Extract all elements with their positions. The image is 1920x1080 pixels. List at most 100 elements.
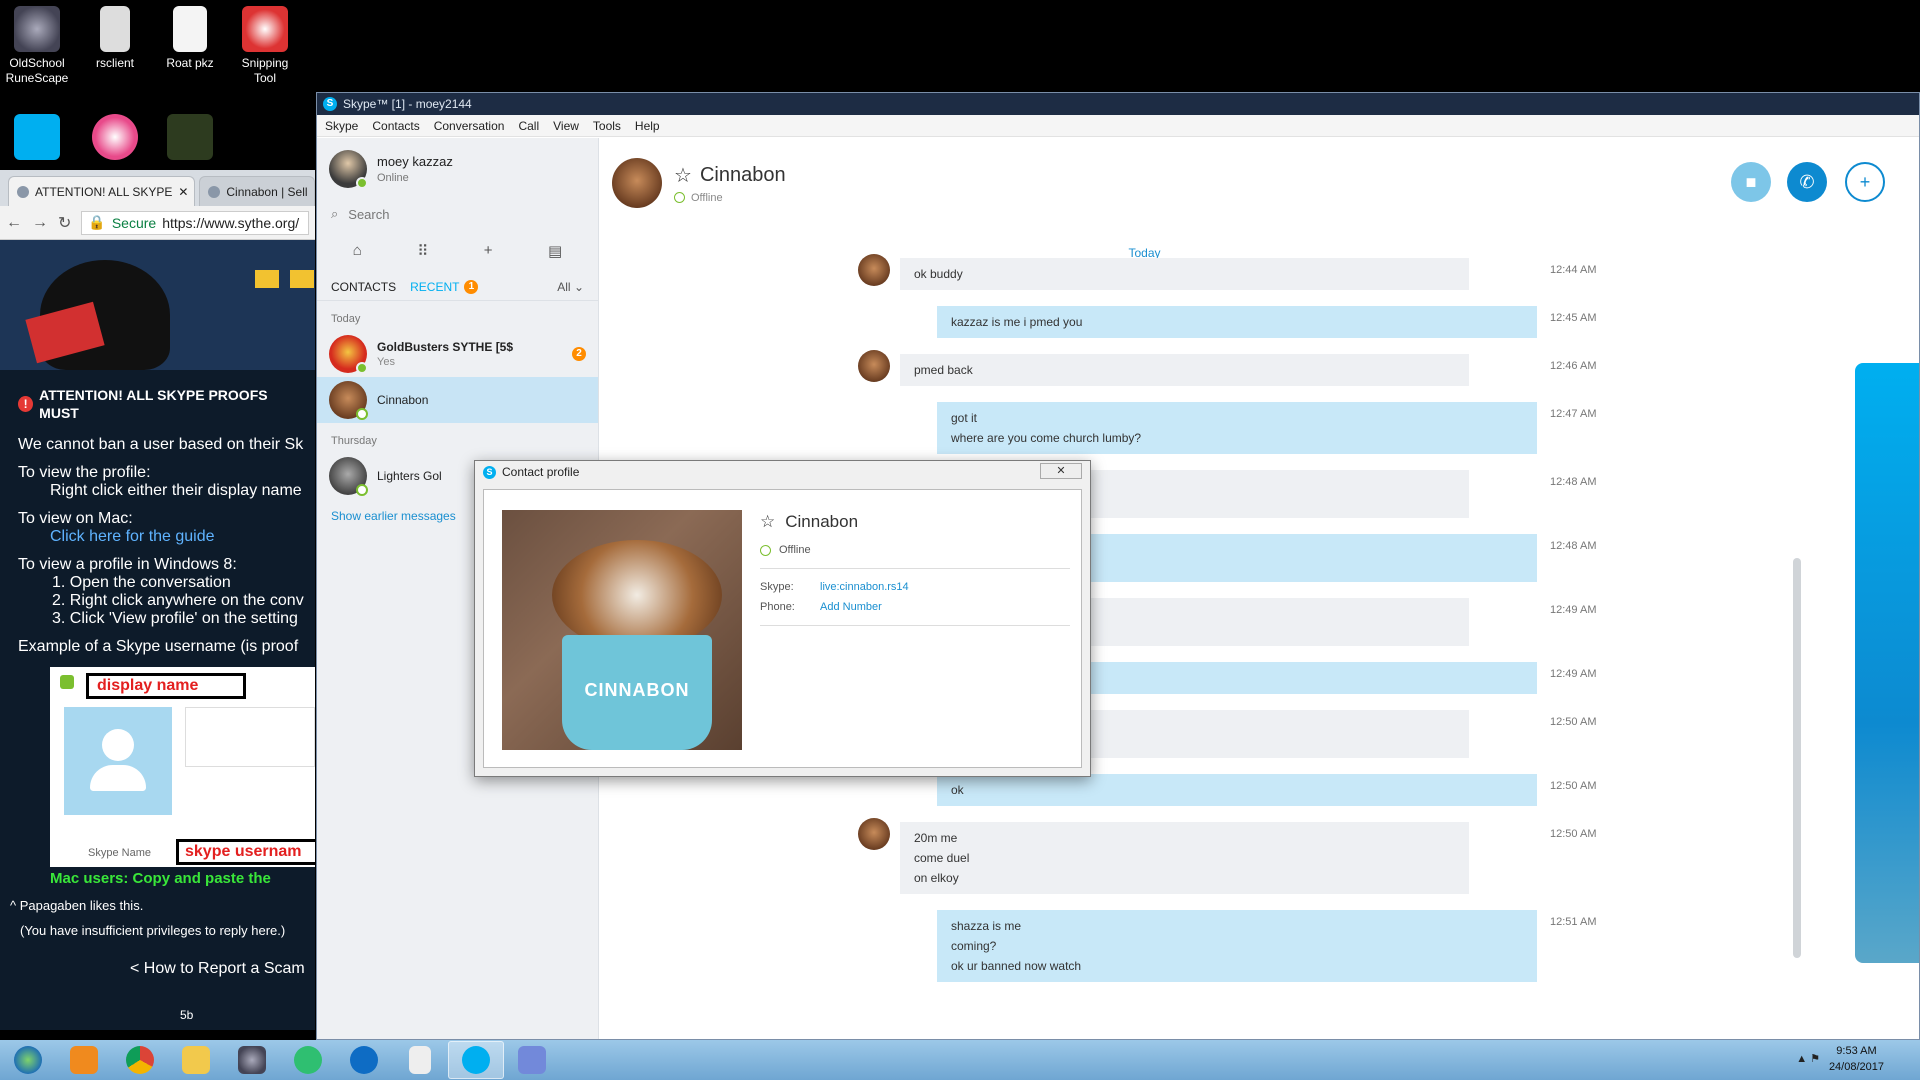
conversation-preview: Yes (377, 356, 395, 368)
desktop-icon-roat-pkz[interactable]: Roat pkz (155, 2, 225, 71)
dialog-titlebar[interactable]: S Contact profile (475, 461, 1090, 483)
forward-icon[interactable]: → (32, 214, 48, 232)
desktop-icon-itunes[interactable] (80, 110, 150, 164)
menu-help[interactable]: Help (635, 119, 660, 133)
section-header-thursday: Thursday (331, 435, 377, 447)
unread-badge: 2 (572, 347, 586, 361)
message-timestamp: 12:48 AM (1550, 476, 1597, 488)
menu-contacts[interactable]: Contacts (372, 119, 419, 133)
recent-count-badge: 1 (464, 280, 479, 294)
add-participant-button[interactable]: + (1845, 162, 1885, 202)
back-icon[interactable]: ← (6, 214, 22, 232)
voice-call-button[interactable]: ✆ (1787, 162, 1827, 202)
reload-icon[interactable]: ↻ (58, 213, 71, 233)
browser-tab-cinnabon[interactable]: Cinnabon | Sell (199, 176, 315, 206)
window-titlebar[interactable]: S Skype™ [1] - moey2144 (317, 93, 1919, 115)
taskbar-explorer[interactable] (168, 1041, 224, 1079)
menu-skype[interactable]: Skype (325, 119, 358, 133)
tab-recent[interactable]: RECENT 1 (410, 280, 479, 294)
desktop-icon-skype[interactable] (2, 110, 72, 164)
add-number-link[interactable]: Add Number (820, 601, 882, 613)
outgoing-message[interactable]: got it where are you come church lumby? (937, 402, 1537, 454)
url-field[interactable]: 🔒 Secure https://www.sythe.org/ (81, 210, 309, 235)
chat-header: ☆ Cinnabon Offline (600, 138, 1919, 228)
taskbar-teamviewer[interactable] (336, 1041, 392, 1079)
secure-label: Secure (111, 214, 157, 231)
post-line: To view the profile: (18, 464, 151, 481)
taskbar-runescape[interactable] (224, 1041, 280, 1079)
incoming-message[interactable]: ok buddy (900, 258, 1469, 290)
close-tab-icon[interactable]: ✕ (178, 185, 188, 199)
star-icon[interactable]: ☆ (760, 512, 775, 532)
crown-icon (255, 270, 279, 288)
menu-view[interactable]: View (553, 119, 579, 133)
menu-tools[interactable]: Tools (593, 119, 621, 133)
start-button[interactable] (0, 1041, 56, 1079)
sender-avatar[interactable] (858, 350, 890, 382)
guide-link[interactable]: Click here for the guide (18, 528, 297, 546)
report-scam-link[interactable]: < How to Report a Scam (130, 960, 305, 978)
outgoing-message[interactable]: kazzaz is me i pmed you (937, 306, 1537, 338)
close-button[interactable]: ✕ (1040, 463, 1082, 479)
desktop-icon-snipping-tool[interactable]: Snipping Tool (230, 2, 300, 86)
tab-contacts[interactable]: CONTACTS (331, 280, 396, 294)
message-text: pmed back (914, 363, 973, 377)
post-line: Example of a Skype username (is proof (18, 638, 299, 655)
chat-scrollbar[interactable] (1793, 558, 1801, 958)
taskbar-media-player[interactable] (56, 1041, 112, 1079)
likes-text: ^ Papagaben likes this. (10, 898, 144, 913)
file-icon (409, 1046, 431, 1074)
menu-call[interactable]: Call (518, 119, 539, 133)
sender-avatar[interactable] (858, 254, 890, 286)
search-box[interactable]: ⌕ Search (317, 200, 598, 228)
taskbar-skype[interactable] (448, 1041, 504, 1079)
message-timestamp: 12:49 AM (1550, 668, 1597, 680)
incoming-message[interactable]: 20m me come duel on elkoy (900, 822, 1469, 894)
dialog-title: Contact profile (502, 465, 580, 479)
taskbar-file[interactable] (392, 1041, 448, 1079)
desktop-icon-label: Roat pkz (166, 56, 214, 70)
desktop-icon-oldschool-runescape[interactable]: OldSchool RuneScape (2, 2, 72, 86)
menu-conversation[interactable]: Conversation (434, 119, 505, 133)
warning-heading: ! ATTENTION! ALL SKYPE PROOFS MUST (18, 386, 297, 422)
add-icon[interactable]: + (484, 242, 493, 260)
contacts-tabs: CONTACTS RECENT 1 All ⌄ (317, 274, 598, 301)
advertisement-banner[interactable] (1855, 363, 1919, 963)
home-icon[interactable]: ⌂ (353, 242, 362, 260)
offline-status-icon (674, 192, 685, 203)
taskbar-discord[interactable] (504, 1041, 560, 1079)
profile-status-row: Offline (760, 544, 1070, 569)
taskbar-chrome[interactable] (112, 1041, 168, 1079)
dialpad-icon[interactable]: ⠿ (417, 242, 428, 260)
filter-all-dropdown[interactable]: All ⌄ (557, 280, 584, 294)
address-bar-row: ← → ↻ 🔒 Secure https://www.sythe.org/ (0, 206, 315, 240)
contacts-card-icon[interactable]: ▤ (548, 242, 562, 260)
likes-label: Papagaben likes this. (19, 898, 144, 913)
skype-logo-icon: S (323, 97, 337, 111)
avatar (329, 457, 368, 496)
incoming-message[interactable]: pmed back (900, 354, 1469, 386)
outgoing-message[interactable]: ok (937, 774, 1537, 806)
skype-id-value[interactable]: live:cinnabon.rs14 (820, 581, 909, 593)
system-clock[interactable]: 9:53 AM 24/08/2017 (1829, 1043, 1884, 1075)
sender-avatar[interactable] (858, 818, 890, 850)
browser-tab-attention[interactable]: ATTENTION! ALL SKYPE ✕ (8, 176, 196, 206)
tray-icons[interactable]: ▲ ⚑ (1796, 1052, 1820, 1065)
footer-text: 5b (180, 1008, 194, 1022)
desktop-icon-gta-v[interactable] (155, 110, 225, 164)
my-profile[interactable]: moey kazzaz Online (317, 138, 598, 200)
tab-title: Cinnabon | Sell (226, 184, 308, 199)
window-title: Skype™ [1] - moey2144 (343, 97, 472, 111)
teamviewer-icon (350, 1046, 378, 1074)
message-text: ok (951, 783, 964, 797)
star-icon[interactable]: ☆ (674, 163, 692, 188)
chat-app-icon (294, 1046, 322, 1074)
conversation-item-cinnabon[interactable]: Cinnabon (317, 377, 598, 423)
desktop-icon-rsclient[interactable]: rsclient (80, 2, 150, 71)
contact-avatar[interactable] (612, 158, 662, 208)
taskbar-ventrilo[interactable] (280, 1041, 336, 1079)
skype-name-label: Skype Name (88, 847, 151, 859)
video-call-button[interactable]: ■ (1731, 162, 1771, 202)
outgoing-message[interactable]: shazza is me coming? ok ur banned now watc… (937, 910, 1537, 982)
conversation-item-goldbusters[interactable]: GoldBusters SYTHE [5$ Yes 2 (317, 331, 598, 377)
